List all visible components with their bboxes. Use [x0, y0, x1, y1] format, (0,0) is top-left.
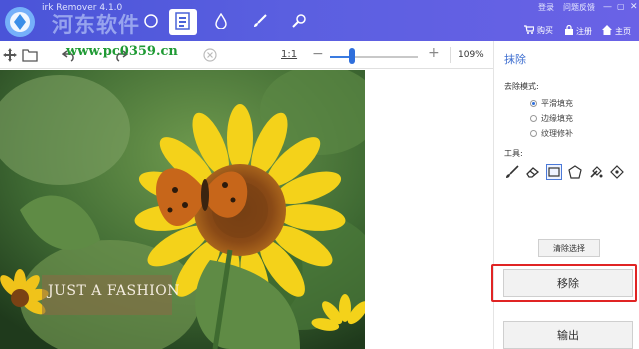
- zoom-actual-size-button[interactable]: 1:1: [281, 49, 297, 60]
- drop-icon: [214, 12, 228, 32]
- lock-icon: [565, 24, 573, 37]
- mode-edge-fill-radio[interactable]: 边缘填充: [530, 113, 573, 124]
- home-icon: [602, 25, 612, 37]
- mode-texture-patch-radio[interactable]: 纹理修补: [530, 128, 573, 139]
- site-url-watermark: www.pc0359.cn: [66, 44, 178, 59]
- sunflower-photo: [0, 70, 365, 349]
- buy-button[interactable]: 购买: [524, 25, 553, 36]
- panel-title: 抹除: [504, 53, 526, 66]
- tab-remove-object[interactable]: [137, 9, 165, 35]
- buy-label: 购买: [537, 26, 553, 35]
- object-icon: [143, 13, 159, 32]
- clear-icon[interactable]: [203, 46, 217, 64]
- minimize-button[interactable]: —: [603, 2, 612, 12]
- remove-button[interactable]: 移除: [503, 269, 633, 297]
- tab-drop[interactable]: [207, 9, 235, 35]
- move-icon[interactable]: [2, 46, 18, 64]
- tools-label: 工具:: [504, 149, 523, 158]
- removal-mode-label: 去除模式:: [504, 82, 539, 91]
- zoom-slider-thumb[interactable]: [349, 48, 355, 64]
- zoom-percent: 109%: [458, 50, 484, 60]
- zoom-slider-track[interactable]: [330, 56, 418, 58]
- image-watermark-text: JUST A FASHION: [48, 283, 181, 299]
- tab-remove-watermark[interactable]: [169, 9, 197, 35]
- mode-label-texture: 纹理修补: [541, 129, 573, 138]
- mode-label-edge: 边缘填充: [541, 114, 573, 123]
- header-bar: irk Remover 4.1.0 河东软件 登录 问题反馈 — ▢ ✕ 购买 …: [0, 0, 639, 41]
- mode-smooth-fill-radio[interactable]: 平滑填充: [530, 98, 573, 109]
- brush-icon: [252, 13, 268, 32]
- mode-label-smooth: 平滑填充: [541, 99, 573, 108]
- export-button[interactable]: 输出: [503, 321, 633, 349]
- magic-fill-icon[interactable]: [588, 164, 604, 180]
- image-canvas[interactable]: JUST A FASHION: [0, 70, 493, 349]
- zoom-out-button[interactable]: −: [312, 46, 324, 62]
- brush-icon[interactable]: [504, 164, 520, 180]
- login-link[interactable]: 登录: [538, 2, 554, 13]
- clear-selection-button[interactable]: 清除选择: [538, 239, 600, 257]
- tab-repair[interactable]: [285, 9, 313, 35]
- points-select-icon[interactable]: [609, 164, 625, 180]
- maximize-button[interactable]: ▢: [617, 2, 625, 11]
- open-file-icon[interactable]: [22, 46, 38, 64]
- radio-dot: [530, 130, 537, 137]
- close-button[interactable]: ✕: [630, 2, 638, 12]
- register-label: 注册: [576, 26, 592, 36]
- site-watermark: 河东软件: [52, 13, 140, 37]
- radio-dot: [530, 100, 537, 107]
- toolbar-divider: [450, 47, 451, 63]
- tab-brush[interactable]: [246, 9, 274, 35]
- feedback-link[interactable]: 问题反馈: [563, 2, 595, 13]
- erase-panel: 抹除 去除模式: 平滑填充 边缘填充 纹理修补 工具: 清除选择 移除 输出: [493, 41, 639, 349]
- rectangle-select-icon[interactable]: [546, 164, 562, 180]
- cart-icon: [524, 25, 535, 36]
- wrench-icon: [291, 13, 307, 32]
- eraser-icon[interactable]: [525, 164, 541, 180]
- home-button[interactable]: 主页: [602, 25, 631, 37]
- polygon-select-icon[interactable]: [567, 164, 583, 180]
- zoom-in-button[interactable]: +: [428, 45, 440, 61]
- app-window: irk Remover 4.1.0 河东软件 登录 问题反馈 — ▢ ✕ 购买 …: [0, 0, 639, 349]
- register-button[interactable]: 注册: [565, 24, 592, 37]
- watermark-tool-icon: [174, 11, 192, 33]
- home-label: 主页: [615, 26, 631, 36]
- radio-dot: [530, 115, 537, 122]
